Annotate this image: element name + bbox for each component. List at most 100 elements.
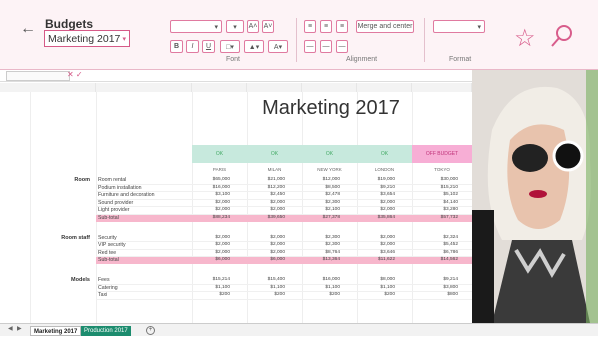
budget-value-cell[interactable]: $3,100 bbox=[196, 192, 230, 197]
budget-value-cell[interactable]: $2,000 bbox=[196, 200, 230, 205]
budget-value-cell[interactable]: $11,622 bbox=[361, 257, 395, 262]
column-header[interactable] bbox=[412, 83, 472, 92]
status-cell[interactable]: OK bbox=[247, 145, 302, 163]
budget-value-cell[interactable]: $200 bbox=[196, 292, 230, 297]
budget-value-cell[interactable]: $8,764 bbox=[306, 250, 340, 255]
column-header[interactable] bbox=[247, 83, 302, 92]
font-color-icon[interactable]: A▾ bbox=[268, 40, 288, 53]
subtotal-label[interactable]: Sub-total bbox=[98, 257, 119, 263]
font-family-dropdown[interactable]: ▾ bbox=[170, 20, 222, 33]
budget-value-cell[interactable]: $2,000 bbox=[251, 200, 285, 205]
budget-value-cell[interactable]: $19,000 bbox=[361, 177, 395, 182]
budget-value-cell[interactable]: $2,000 bbox=[361, 235, 395, 240]
budget-value-cell[interactable]: $2,100 bbox=[306, 207, 340, 212]
tab-marketing-2017[interactable]: Marketing 2017 bbox=[30, 326, 82, 336]
budget-value-cell[interactable]: $6,000 bbox=[251, 257, 285, 262]
budget-value-cell[interactable]: $2,000 bbox=[196, 207, 230, 212]
status-cell[interactable]: OK bbox=[192, 145, 247, 163]
budget-value-cell[interactable]: $2,000 bbox=[196, 235, 230, 240]
budget-value-cell[interactable]: $30,000 bbox=[424, 177, 458, 182]
budget-value-cell[interactable]: $16,000 bbox=[196, 185, 230, 190]
budget-value-cell[interactable]: $4,140 bbox=[424, 200, 458, 205]
underline-icon[interactable]: U bbox=[202, 40, 215, 53]
align-bottom-icon[interactable]: — bbox=[336, 40, 348, 53]
line-item-label[interactable]: Furniture and decoration bbox=[98, 192, 155, 198]
column-header[interactable] bbox=[0, 83, 96, 92]
budget-value-cell[interactable]: $15,214 bbox=[196, 277, 230, 282]
column-header[interactable] bbox=[357, 83, 412, 92]
align-left-icon[interactable]: ≡ bbox=[304, 20, 316, 33]
line-item-label[interactable]: Catering bbox=[98, 285, 118, 291]
tab-next-icon[interactable]: ▶ bbox=[17, 325, 22, 332]
budget-value-cell[interactable]: $6,000 bbox=[196, 257, 230, 262]
budget-value-cell[interactable]: $8,000 bbox=[361, 277, 395, 282]
budget-value-cell[interactable]: $15,400 bbox=[251, 277, 285, 282]
budget-value-cell[interactable]: $200 bbox=[361, 292, 395, 297]
column-header[interactable] bbox=[302, 83, 357, 92]
tab-production-2017[interactable]: Production 2017 bbox=[81, 326, 131, 336]
budget-value-cell[interactable]: $3,646 bbox=[361, 250, 395, 255]
merge-center-button[interactable]: Merge and center bbox=[356, 20, 414, 33]
budget-value-cell[interactable]: $5,102 bbox=[424, 192, 458, 197]
line-item-label[interactable]: Sound provider bbox=[98, 200, 133, 206]
subtotal-label[interactable]: Sub-total bbox=[98, 215, 119, 221]
align-middle-icon[interactable]: — bbox=[320, 40, 332, 53]
budget-value-cell[interactable]: $1,100 bbox=[306, 285, 340, 290]
budget-value-cell[interactable]: $2,000 bbox=[251, 235, 285, 240]
budget-value-cell[interactable]: $2,000 bbox=[361, 200, 395, 205]
align-top-icon[interactable]: — bbox=[304, 40, 316, 53]
budget-value-cell[interactable]: $2,300 bbox=[306, 200, 340, 205]
budget-value-cell[interactable]: $21,000 bbox=[251, 177, 285, 182]
budget-value-cell[interactable]: $3,654 bbox=[361, 192, 395, 197]
formula-cancel-confirm-icon[interactable]: ✕ ✓ bbox=[67, 70, 83, 79]
budget-value-cell[interactable]: $3,800 bbox=[424, 285, 458, 290]
line-item-label[interactable]: Light provider bbox=[98, 207, 129, 213]
italic-icon[interactable]: I bbox=[186, 40, 199, 53]
budget-value-cell[interactable]: $5,452 bbox=[424, 242, 458, 247]
budget-value-cell[interactable]: $9,210 bbox=[361, 185, 395, 190]
line-item-label[interactable]: VIP security bbox=[98, 242, 126, 248]
back-arrow-icon[interactable]: ← bbox=[20, 20, 36, 38]
budget-value-cell[interactable]: $39,650 bbox=[251, 215, 285, 220]
name-box[interactable] bbox=[6, 71, 70, 81]
status-cell[interactable]: OK bbox=[302, 145, 357, 163]
tab-prev-icon[interactable]: ◀ bbox=[8, 325, 13, 332]
line-item-label[interactable]: Taxi bbox=[98, 292, 107, 298]
budget-value-cell[interactable]: $12,200 bbox=[251, 185, 285, 190]
font-size-dropdown[interactable]: ▾ bbox=[226, 20, 244, 33]
line-item-label[interactable]: Fees bbox=[98, 277, 110, 283]
status-alert-cell[interactable]: OFF BUDGET bbox=[412, 145, 472, 163]
budget-value-cell[interactable]: $2,324 bbox=[424, 235, 458, 240]
align-right-icon[interactable]: ≡ bbox=[336, 20, 348, 33]
status-cell[interactable]: OK bbox=[357, 145, 412, 163]
budget-value-cell[interactable]: $15,210 bbox=[424, 185, 458, 190]
budget-value-cell[interactable]: $3,280 bbox=[424, 207, 458, 212]
column-header[interactable] bbox=[96, 83, 192, 92]
budget-value-cell[interactable]: $2,478 bbox=[306, 192, 340, 197]
line-item-label[interactable]: Podium installation bbox=[98, 185, 142, 191]
star-icon[interactable]: ☆ bbox=[514, 24, 536, 53]
add-sheet-icon[interactable]: + bbox=[146, 326, 155, 335]
budget-value-cell[interactable]: $57,732 bbox=[424, 215, 458, 220]
budget-value-cell[interactable]: $2,000 bbox=[251, 242, 285, 247]
budget-value-cell[interactable]: $2,450 bbox=[251, 192, 285, 197]
budget-value-cell[interactable]: $200 bbox=[251, 292, 285, 297]
budget-value-cell[interactable]: $800 bbox=[424, 292, 458, 297]
budget-value-cell[interactable]: $2,300 bbox=[306, 235, 340, 240]
budget-value-cell[interactable]: $2,000 bbox=[251, 250, 285, 255]
budget-value-cell[interactable]: $2,000 bbox=[251, 207, 285, 212]
budget-value-cell[interactable]: $2,000 bbox=[196, 250, 230, 255]
budget-value-cell[interactable]: $9,214 bbox=[424, 277, 458, 282]
budget-value-cell[interactable]: $16,000 bbox=[306, 277, 340, 282]
sheet-selector[interactable]: Marketing 2017 ▾ bbox=[44, 30, 130, 47]
budget-value-cell[interactable]: $1,100 bbox=[361, 285, 395, 290]
budget-value-cell[interactable]: $35,864 bbox=[361, 215, 395, 220]
budget-value-cell[interactable]: $1,100 bbox=[251, 285, 285, 290]
budget-value-cell[interactable]: $6,786 bbox=[424, 250, 458, 255]
fill-color-icon[interactable]: ▲▾ bbox=[244, 40, 264, 53]
line-item-label[interactable]: Red tee bbox=[98, 250, 116, 256]
budget-value-cell[interactable]: $1,100 bbox=[196, 285, 230, 290]
budget-value-cell[interactable]: $12,000 bbox=[306, 177, 340, 182]
budget-value-cell[interactable]: $2,000 bbox=[196, 242, 230, 247]
budget-value-cell[interactable]: $8,500 bbox=[306, 185, 340, 190]
